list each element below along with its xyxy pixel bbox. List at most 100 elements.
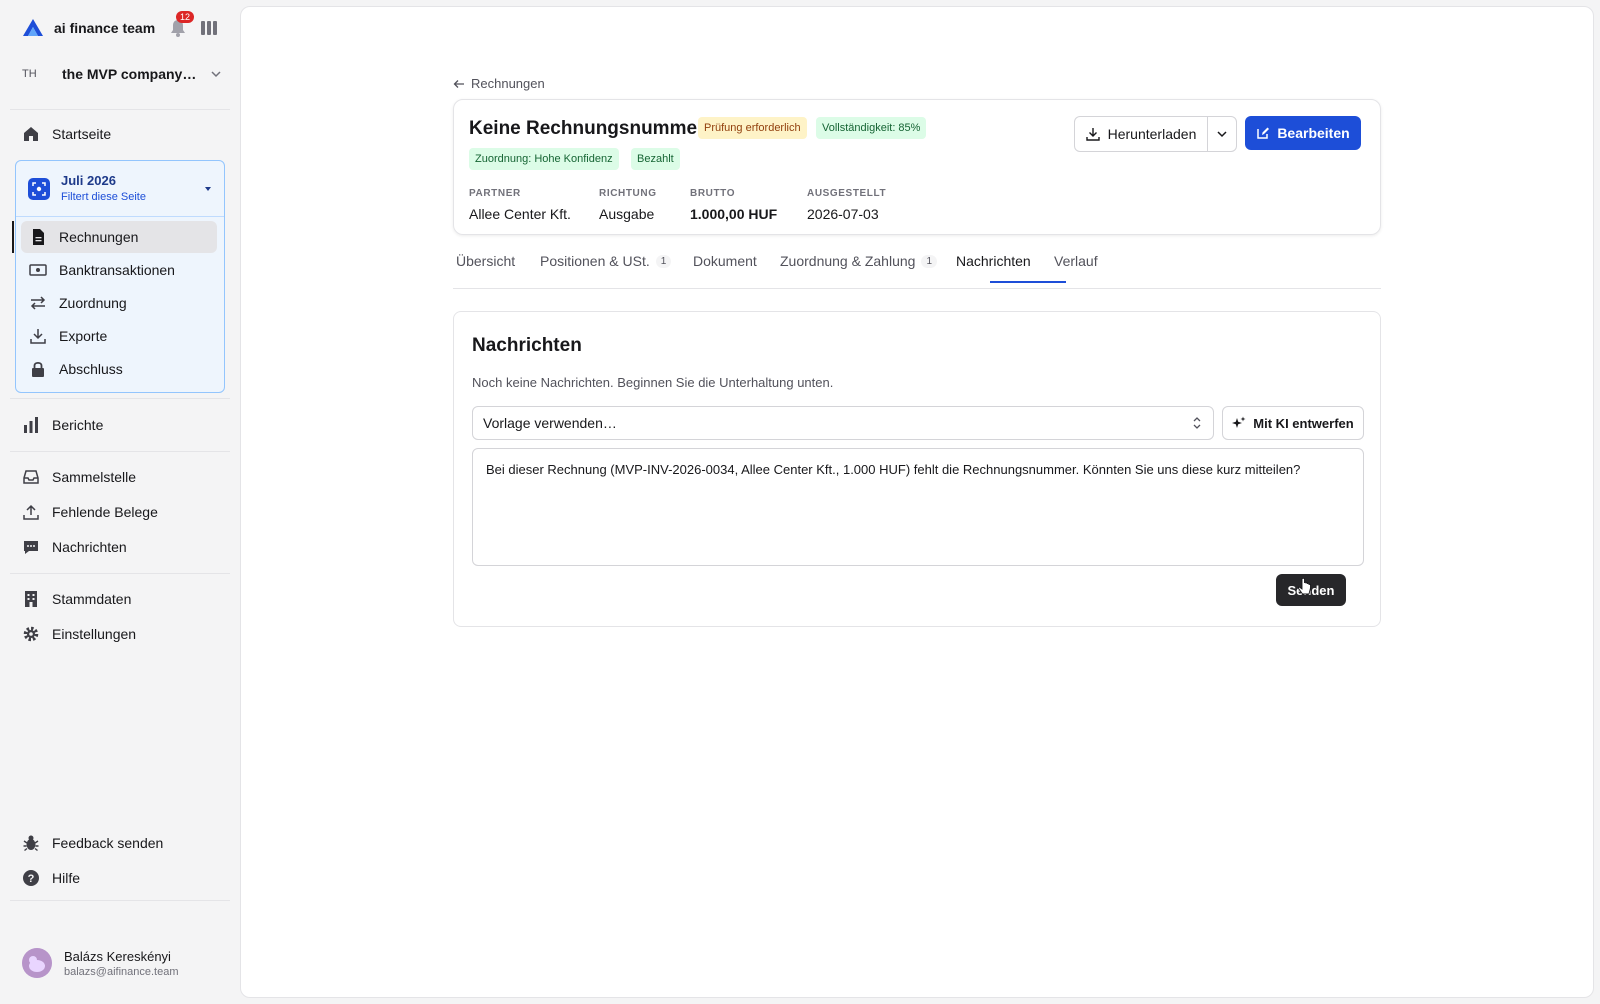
tab-positions[interactable]: Positionen & USt. 1 <box>540 253 672 289</box>
invoice-header-card: Keine Rechnungsnummer Prüfung erforderli… <box>453 99 1381 235</box>
user-email: balazs@aifinance.team <box>64 965 179 978</box>
tab-label: Zuordnung & Zahlung <box>780 253 916 269</box>
active-indicator <box>12 221 14 253</box>
tab-overview[interactable]: Übersicht <box>456 253 515 289</box>
help-icon: ? <box>23 870 39 886</box>
ai-draft-button[interactable]: Mit KI entwerfen <box>1222 406 1364 440</box>
panel-toggle-icon[interactable] <box>200 20 218 36</box>
divider <box>10 573 230 574</box>
status-badge-completeness: Vollständigkeit: 85% <box>816 117 927 139</box>
edit-button[interactable]: Bearbeiten <box>1245 116 1361 150</box>
nav-reports[interactable]: Berichte <box>22 410 222 440</box>
download-options-button[interactable] <box>1207 116 1237 152</box>
nav-reports-label: Berichte <box>52 417 104 433</box>
tab-history[interactable]: Verlauf <box>1054 253 1098 289</box>
company-switcher[interactable]: TH the MVP company… <box>22 60 222 88</box>
tab-label: Dokument <box>693 253 757 269</box>
messages-title: Nachrichten <box>472 335 582 356</box>
sidebar-item-matching[interactable]: Zuordnung <box>21 287 217 319</box>
divider <box>10 451 230 452</box>
nav-inbox[interactable]: Sammelstelle <box>22 462 222 492</box>
active-tab-indicator <box>990 281 1066 283</box>
nav-help[interactable]: ? Hilfe <box>22 863 222 893</box>
partner-value: Allee Center Kft. <box>469 206 571 222</box>
nav-settings[interactable]: Einstellungen <box>22 619 222 649</box>
sidebar-item-exports[interactable]: Exporte <box>21 320 217 352</box>
nav-inbox-label: Sammelstelle <box>52 469 137 485</box>
brand-logo-icon <box>23 19 43 36</box>
brand[interactable]: ai finance team <box>22 18 155 38</box>
back-link[interactable]: Rechnungen <box>453 76 545 91</box>
divider <box>10 398 230 399</box>
main-content: Rechnungen Keine Rechnungsnummer Prüfung… <box>240 6 1594 998</box>
chat-icon <box>24 541 38 554</box>
sparkles-icon <box>1232 416 1246 428</box>
tab-matching-payment[interactable]: Zuordnung & Zahlung 1 <box>780 253 937 289</box>
svg-text:?: ? <box>28 873 35 885</box>
lock-icon <box>32 361 44 377</box>
template-select[interactable]: Vorlage verwenden… <box>472 406 1214 440</box>
nav-messages[interactable]: Nachrichten <box>22 532 222 562</box>
arrows-exchange-icon <box>30 296 46 310</box>
bug-icon <box>23 835 39 852</box>
nav-help-label: Hilfe <box>52 870 81 886</box>
chevron-down-icon <box>211 71 221 78</box>
tab-messages[interactable]: Nachrichten <box>956 253 1031 289</box>
nav-home[interactable]: Startseite <box>22 119 222 149</box>
nav-home-label: Startseite <box>52 126 112 142</box>
status-badge-paid: Bezahlt <box>631 148 680 170</box>
period-icon <box>28 178 50 200</box>
gross-value: 1.000,00 HUF <box>690 206 778 222</box>
divider <box>10 109 230 110</box>
nav-master-data[interactable]: Stammdaten <box>22 584 222 614</box>
tab-label: Übersicht <box>456 253 516 269</box>
page-title: Keine Rechnungsnummer <box>469 118 705 139</box>
issued-value: 2026-07-03 <box>807 206 879 222</box>
avatar <box>22 948 52 978</box>
download-icon <box>1085 128 1100 141</box>
document-icon <box>33 229 44 245</box>
arrow-left-icon <box>453 79 464 88</box>
tab-label: Verlauf <box>1054 253 1098 269</box>
sidebar-item-label: Banktransaktionen <box>59 262 175 278</box>
sidebar-item-bank-transactions[interactable]: Banktransaktionen <box>21 254 217 286</box>
status-badge-match: Zuordnung: Hohe Konfidenz <box>469 148 619 170</box>
user-name: Balázs Kereskényi <box>64 948 171 964</box>
mouse-cursor-icon <box>1298 578 1311 595</box>
back-link-label: Rechnungen <box>471 76 545 91</box>
message-input[interactable]: Bei dieser Rechnung (MVP-INV-2026-0034, … <box>472 448 1364 566</box>
tab-label: Positionen & USt. <box>540 253 650 269</box>
tab-document[interactable]: Dokument <box>693 253 757 289</box>
issued-label: AUSGESTELLT <box>807 188 887 199</box>
building-icon <box>25 591 37 607</box>
edit-button-label: Bearbeiten <box>1277 125 1350 141</box>
nav-master-data-label: Stammdaten <box>52 591 132 607</box>
nav-missing-receipts[interactable]: Fehlende Belege <box>22 497 222 527</box>
gross-label: BRUTTO <box>690 188 736 199</box>
divider <box>10 900 230 901</box>
sidebar-item-label: Rechnungen <box>59 229 139 245</box>
sidebar-item-invoices[interactable]: Rechnungen <box>21 221 217 253</box>
period-title: Juli 2026 <box>61 173 116 188</box>
sidebar-item-closing[interactable]: Abschluss <box>21 353 217 385</box>
nav-messages-label: Nachrichten <box>52 539 127 555</box>
period-subtitle: Filtert diese Seite <box>61 191 146 203</box>
tab-count-badge: 1 <box>921 255 937 268</box>
nav-feedback[interactable]: Feedback senden <box>22 828 222 858</box>
ai-draft-button-label: Mit KI entwerfen <box>1253 415 1354 431</box>
download-button[interactable]: Herunterladen <box>1074 116 1208 152</box>
sidebar: ai finance team 12 TH the MVP company… S… <box>0 0 240 1004</box>
messages-empty-state: Noch keine Nachrichten. Beginnen Sie die… <box>472 375 834 390</box>
home-icon <box>24 127 38 141</box>
template-select-value: Vorlage verwenden… <box>483 415 617 431</box>
partner-label: PARTNER <box>469 188 521 199</box>
status-badge-review: Prüfung erforderlich <box>698 117 807 139</box>
user-profile[interactable]: Balázs Kereskényi balazs@aifinance.team <box>22 948 179 978</box>
sidebar-item-label: Abschluss <box>59 361 123 377</box>
bar-chart-icon <box>24 417 38 433</box>
direction-value: Ausgabe <box>599 206 655 222</box>
period-filter: Juli 2026 Filtert diese Seite Rechnungen… <box>15 160 225 393</box>
inbox-icon <box>23 470 39 484</box>
chevron-up-down-icon <box>1193 417 1201 429</box>
period-selector[interactable]: Juli 2026 Filtert diese Seite <box>16 161 224 217</box>
